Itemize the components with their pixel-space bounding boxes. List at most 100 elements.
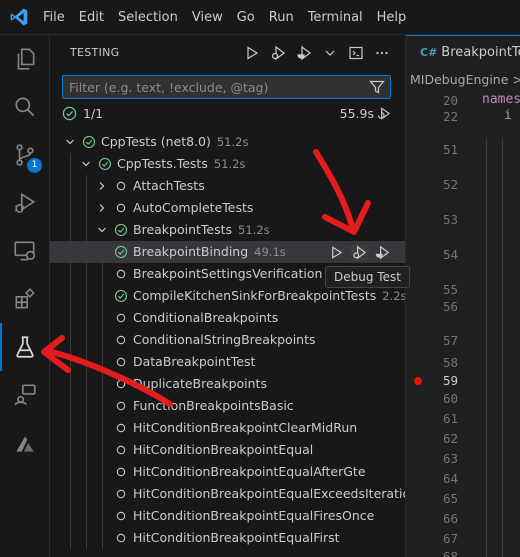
test-name: HitConditionBreakpointEqualAfterGte bbox=[133, 464, 366, 479]
test-tree-row[interactable]: HitConditionBreakpointClearMidRun bbox=[50, 417, 405, 439]
menu-selection[interactable]: Selection bbox=[111, 0, 185, 35]
azure-icon[interactable] bbox=[0, 419, 50, 467]
sidebar-header: TESTING bbox=[50, 35, 405, 70]
search-icon[interactable] bbox=[0, 83, 50, 131]
menu-view[interactable]: View bbox=[185, 0, 230, 35]
tree-indent-guide bbox=[70, 417, 71, 439]
test-tree-row[interactable]: CppTests (net8.0) 51.2s bbox=[50, 131, 405, 153]
run-test-button[interactable] bbox=[328, 244, 345, 261]
test-tree-row[interactable]: HitConditionBreakpointEqual bbox=[50, 439, 405, 461]
tree-indent-guide bbox=[86, 505, 87, 527]
menu-help[interactable]: Help bbox=[370, 0, 414, 35]
test-tree-row[interactable]: FunctionBreakpointsBasic bbox=[50, 395, 405, 417]
test-tree-row[interactable]: BreakpointBinding 49.1s bbox=[50, 241, 405, 263]
test-tree-row[interactable]: HitConditionBreakpointEqualExceedsIterat… bbox=[50, 483, 425, 505]
remote-explorer-icon[interactable] bbox=[0, 227, 50, 275]
live-share-icon[interactable] bbox=[0, 371, 50, 419]
menu-edit[interactable]: Edit bbox=[72, 0, 111, 35]
not-run-circle-icon bbox=[116, 511, 126, 521]
summary-passed-count: 1/1 bbox=[83, 106, 104, 121]
menu-file[interactable]: File bbox=[36, 0, 72, 35]
test-tree-row[interactable]: BreakpointTests 51.2s bbox=[50, 219, 405, 241]
chevron-down-icon[interactable] bbox=[64, 136, 76, 148]
test-label: BreakpointBinding 49.1s bbox=[133, 241, 286, 263]
line-number: 58 bbox=[442, 355, 458, 370]
run-with-coverage-icon[interactable] bbox=[374, 244, 391, 261]
code-line: names bbox=[482, 92, 520, 107]
test-label: HitConditionBreakpointEqualAfterGte bbox=[133, 461, 366, 483]
tree-indent-guide bbox=[102, 373, 103, 395]
test-label: CppTests.Tests 51.2s bbox=[117, 153, 245, 175]
test-name: ConditionalStringBreakpoints bbox=[133, 332, 316, 347]
test-name: FunctionBreakpointsBasic bbox=[133, 398, 294, 413]
test-filter-input[interactable] bbox=[69, 78, 359, 96]
test-name: DuplicateBreakpoints bbox=[133, 376, 267, 391]
breakpoint-icon[interactable] bbox=[414, 377, 422, 385]
test-tree-row[interactable]: DuplicateBreakpoints bbox=[50, 373, 405, 395]
source-control-icon[interactable]: 1 bbox=[0, 131, 50, 179]
menu-terminal[interactable]: Terminal bbox=[301, 0, 370, 35]
debug-all-tests-button[interactable] bbox=[267, 42, 289, 64]
tree-indent-guide bbox=[70, 461, 71, 483]
test-tree-row[interactable]: CompileKitchenSinkForBreakpointTests 2.2s bbox=[50, 285, 407, 307]
tree-indent-guide bbox=[86, 351, 87, 373]
run-all-tests-button[interactable] bbox=[241, 42, 263, 64]
menu-run[interactable]: Run bbox=[262, 0, 301, 35]
test-tree-row[interactable]: CppTests.Tests 51.2s bbox=[50, 153, 405, 175]
tree-indent-guide bbox=[70, 373, 71, 395]
run-with-coverage-button[interactable] bbox=[293, 42, 315, 64]
rerun-icon[interactable] bbox=[377, 106, 392, 121]
activity-bar: 1 bbox=[0, 35, 50, 557]
vscode-logo-icon bbox=[10, 8, 28, 26]
test-label: DuplicateBreakpoints bbox=[133, 373, 267, 395]
test-label: AttachTests bbox=[133, 175, 205, 197]
not-run-circle-icon bbox=[116, 445, 126, 455]
chevron-down-icon[interactable] bbox=[319, 42, 341, 64]
csharp-file-icon: C# bbox=[420, 46, 438, 59]
test-tree-row[interactable]: AutoCompleteTests bbox=[50, 197, 405, 219]
test-name: HitConditionBreakpointClearMidRun bbox=[133, 420, 358, 435]
breadcrumb[interactable]: MIDebugEngine > bbox=[410, 72, 520, 87]
test-label: ConditionalStringBreakpoints bbox=[133, 329, 316, 351]
tree-indent-guide bbox=[70, 307, 71, 329]
tree-indent-guide bbox=[102, 395, 103, 417]
tree-indent-guide bbox=[86, 329, 87, 351]
test-tree-row[interactable]: HitConditionBreakpointEqualFirst bbox=[50, 527, 405, 549]
tree-indent-guide bbox=[102, 307, 103, 329]
test-tree-row[interactable]: HitConditionBreakpointEqualAfterGte bbox=[50, 461, 405, 483]
test-label: DataBreakpointTest bbox=[133, 351, 255, 373]
more-actions-icon[interactable] bbox=[371, 42, 393, 64]
tree-indent-guide bbox=[86, 483, 87, 505]
extensions-icon[interactable] bbox=[0, 275, 50, 323]
test-tree-row[interactable]: HitConditionBreakpointEqualFiresOnce bbox=[50, 505, 405, 527]
tree-indent-guide bbox=[86, 219, 87, 241]
tree-indent-guide bbox=[70, 219, 71, 241]
testing-icon[interactable] bbox=[0, 323, 50, 371]
source-control-badge: 1 bbox=[27, 158, 42, 173]
test-label: HitConditionBreakpointEqualExceedsIterat… bbox=[133, 483, 425, 505]
run-debug-icon[interactable] bbox=[0, 179, 50, 227]
filter-icon[interactable] bbox=[369, 79, 385, 95]
test-tree-row[interactable]: ConditionalStringBreakpoints bbox=[50, 329, 405, 351]
passed-check-icon bbox=[114, 223, 128, 237]
tree-indent-guide bbox=[70, 395, 71, 417]
chevron-right-icon[interactable] bbox=[96, 202, 108, 214]
menu-go[interactable]: Go bbox=[230, 0, 262, 35]
test-tree-row[interactable]: AttachTests bbox=[50, 175, 405, 197]
debug-test-button[interactable] bbox=[351, 243, 368, 261]
test-tree-row[interactable]: ConditionalBreakpoints bbox=[50, 307, 405, 329]
test-label: HitConditionBreakpointEqualFiresOnce bbox=[133, 505, 374, 527]
chevron-right-icon[interactable] bbox=[96, 180, 108, 192]
test-duration: 49.1s bbox=[254, 245, 286, 259]
test-tree-row[interactable]: DataBreakpointTest bbox=[50, 351, 405, 373]
test-label: FunctionBreakpointsBasic bbox=[133, 395, 294, 417]
chevron-down-icon[interactable] bbox=[80, 158, 92, 170]
explorer-icon[interactable] bbox=[0, 35, 50, 83]
line-number: 56 bbox=[442, 299, 458, 314]
indent-guide bbox=[502, 139, 503, 557]
chevron-down-icon[interactable] bbox=[96, 224, 108, 236]
editor-tab[interactable]: C#BreakpointTests bbox=[406, 35, 520, 70]
show-output-button[interactable] bbox=[345, 42, 367, 64]
title-bar: File Edit Selection View Go Run Terminal Help bbox=[0, 0, 520, 35]
test-name: CppTests.Tests bbox=[117, 156, 208, 171]
